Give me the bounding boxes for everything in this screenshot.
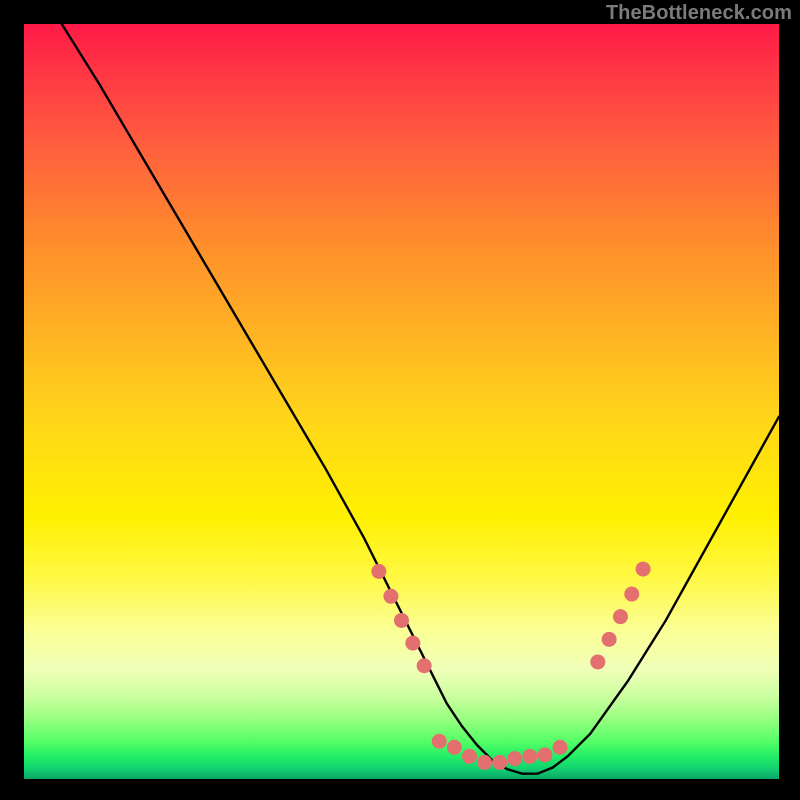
highlight-dot	[477, 755, 492, 770]
watermark-text: TheBottleneck.com	[606, 2, 792, 25]
highlight-dot	[492, 755, 507, 770]
highlight-dot	[432, 734, 447, 749]
highlight-dot	[507, 751, 522, 766]
highlight-dot	[590, 654, 605, 669]
highlight-dots	[371, 562, 650, 770]
highlight-dot	[522, 749, 537, 764]
highlight-dot	[447, 740, 462, 755]
highlight-dot	[537, 747, 552, 762]
highlight-dot	[553, 740, 568, 755]
highlight-dot	[417, 658, 432, 673]
chart-overlay	[24, 24, 779, 779]
highlight-dot	[602, 632, 617, 647]
highlight-dot	[624, 587, 639, 602]
highlight-dot	[383, 589, 398, 604]
highlight-dot	[636, 562, 651, 577]
highlight-dot	[462, 749, 477, 764]
chart-stage: TheBottleneck.com	[0, 0, 800, 800]
highlight-dot	[405, 636, 420, 651]
highlight-dot	[371, 564, 386, 579]
highlight-dot	[613, 609, 628, 624]
highlight-dot	[394, 613, 409, 628]
